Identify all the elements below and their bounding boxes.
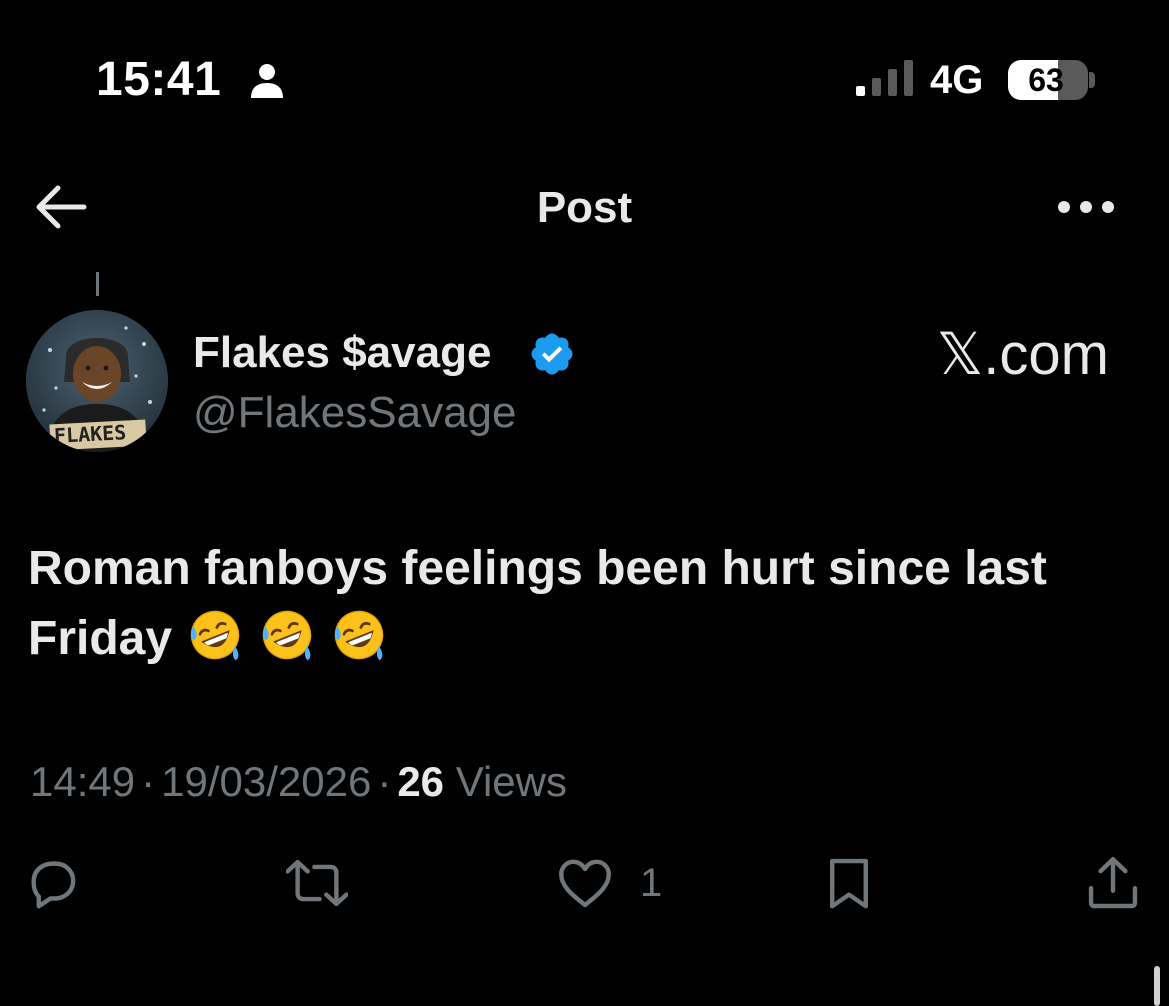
views-count: 26 <box>397 758 445 805</box>
post-date[interactable]: 19/03/2026 <box>161 758 371 805</box>
author-name[interactable]: Flakes $avage <box>193 326 491 380</box>
rofl-emoji: 🤣 <box>262 610 312 661</box>
heart-icon[interactable] <box>554 852 616 914</box>
rofl-emoji: 🤣 <box>190 610 240 661</box>
thread-connector <box>96 272 99 296</box>
battery-nub <box>1089 72 1095 88</box>
person-icon <box>251 64 283 98</box>
rofl-emoji: 🤣 <box>334 610 384 661</box>
repost-icon[interactable] <box>286 852 348 914</box>
signal-icon <box>856 60 913 96</box>
network-type: 4G <box>930 58 984 102</box>
post-time[interactable]: 14:49 <box>30 758 135 805</box>
author-handle[interactable]: @FlakesSavage <box>193 386 517 440</box>
battery-icon: 63 <box>1008 60 1088 100</box>
reply-icon[interactable] <box>22 852 84 914</box>
page-title: Post <box>536 183 633 232</box>
avatar-shirt-text: FLAKES <box>53 420 127 448</box>
more-icon[interactable] <box>1056 196 1116 218</box>
status-time: 15:41 <box>96 53 222 106</box>
post-text: Roman fanboys feelings been hurt since l… <box>28 534 1128 674</box>
battery-level: 63 <box>1028 62 1064 98</box>
bookmark-icon[interactable] <box>818 852 880 914</box>
meta-separator: · <box>141 758 156 805</box>
scrollbar[interactable] <box>1154 966 1160 1006</box>
meta-separator: · <box>377 758 392 805</box>
share-icon[interactable] <box>1082 852 1144 914</box>
verified-badge-icon[interactable] <box>528 330 576 378</box>
post-meta: 14:49 · 19/03/2026 · 26 Views <box>30 756 567 808</box>
avatar[interactable]: FLAKES <box>26 310 168 452</box>
site-watermark: 𝕏.com <box>936 322 1109 387</box>
like-count: 1 <box>640 861 663 905</box>
views-label: Views <box>455 758 567 805</box>
